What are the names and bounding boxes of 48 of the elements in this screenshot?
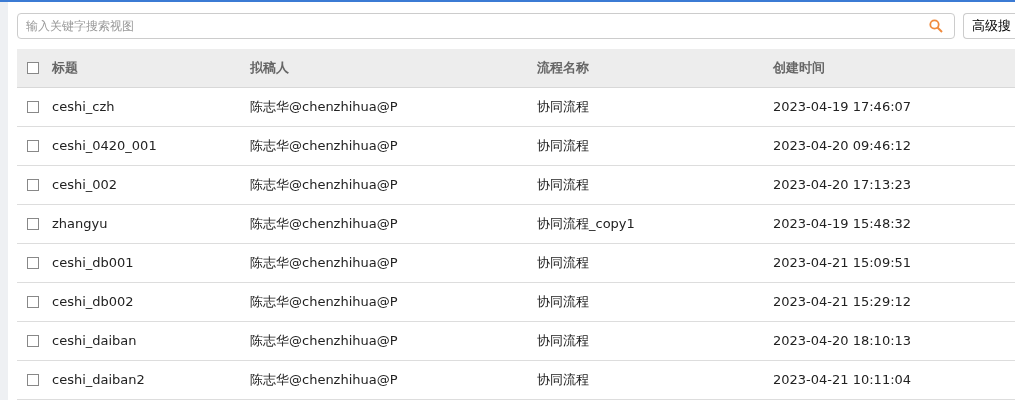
title-cell: ceshi_db002: [52, 294, 134, 310]
checkbox[interactable]: [27, 335, 39, 347]
title-cell: ceshi_czh: [52, 99, 115, 115]
created-time-cell: 2023-04-21 15:09:51: [773, 255, 912, 271]
drafter-cell: 陈志华@chenzhihua@P: [250, 372, 398, 388]
title-cell: zhangyu: [52, 216, 108, 232]
advanced-search-button[interactable]: 高级搜: [963, 13, 1015, 39]
drafter-cell: 陈志华@chenzhihua@P: [250, 255, 398, 271]
title-cell: ceshi_daiban: [52, 333, 137, 349]
checkbox[interactable]: [27, 257, 39, 269]
title-cell: ceshi_db001: [52, 255, 134, 271]
created-time-cell: 2023-04-20 09:46:12: [773, 138, 912, 154]
column-header[interactable]: 流程名称: [537, 60, 589, 76]
search-field[interactable]: 输入关键字搜索视图: [17, 13, 955, 39]
search-icon[interactable]: [929, 19, 943, 33]
created-time-cell: 2023-04-19 17:46:07: [773, 99, 912, 115]
process-name-cell: 协同流程: [537, 177, 589, 193]
checkbox[interactable]: [27, 140, 39, 152]
process-name-cell: 协同流程: [537, 255, 589, 271]
created-time-cell: 2023-04-20 17:13:23: [773, 177, 912, 193]
process-name-cell: 协同流程_copy1: [537, 216, 635, 232]
created-time-cell: 2023-04-21 10:11:04: [773, 372, 912, 388]
checkbox[interactable]: [27, 62, 39, 74]
checkbox[interactable]: [27, 218, 39, 230]
title-cell: ceshi_002: [52, 177, 118, 193]
drafter-cell: 陈志华@chenzhihua@P: [250, 99, 398, 115]
column-header[interactable]: 标题: [52, 60, 78, 76]
process-name-cell: 协同流程: [537, 294, 589, 310]
column-header[interactable]: 拟稿人: [250, 60, 289, 76]
created-time-cell: 2023-04-19 15:48:32: [773, 216, 912, 232]
title-cell: ceshi_0420_001: [52, 138, 157, 154]
checkbox[interactable]: [27, 296, 39, 308]
process-name-cell: 协同流程: [537, 99, 589, 115]
column-header[interactable]: 创建时间: [773, 60, 825, 76]
process-name-cell: 协同流程: [537, 372, 589, 388]
created-time-cell: 2023-04-20 18:10:13: [773, 333, 912, 349]
checkbox[interactable]: [27, 179, 39, 191]
process-name-cell: 协同流程: [537, 333, 589, 349]
process-name-cell: 协同流程: [537, 138, 589, 154]
checkbox[interactable]: [27, 101, 39, 113]
drafter-cell: 陈志华@chenzhihua@P: [250, 333, 398, 349]
checkbox[interactable]: [27, 374, 39, 386]
created-time-cell: 2023-04-21 15:29:12: [773, 294, 912, 310]
drafter-cell: 陈志华@chenzhihua@P: [250, 177, 398, 193]
title-cell: ceshi_daiban2: [52, 372, 145, 388]
drafter-cell: 陈志华@chenzhihua@P: [250, 138, 398, 154]
drafter-cell: 陈志华@chenzhihua@P: [250, 294, 398, 310]
drafter-cell: 陈志华@chenzhihua@P: [250, 216, 398, 232]
